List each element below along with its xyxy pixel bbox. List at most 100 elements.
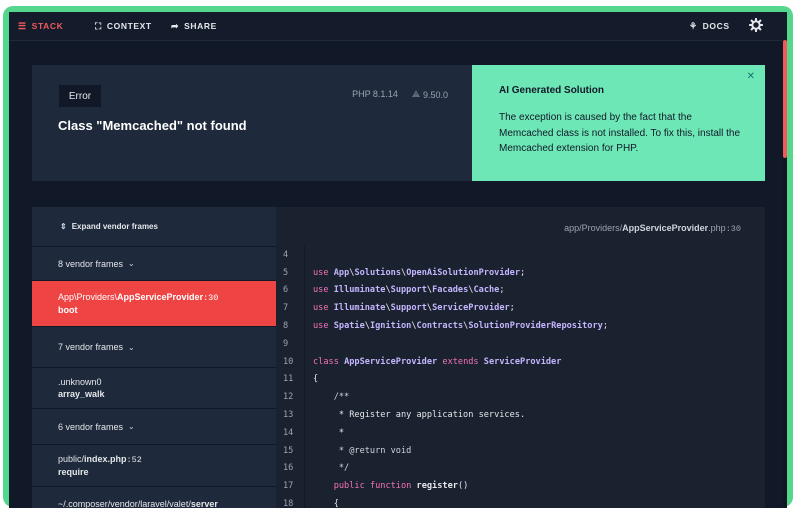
close-icon[interactable]: ✕ [747, 71, 755, 82]
error-badge: Error [59, 85, 101, 107]
code-viewer: app/Providers/AppServiceProvider.php:30 … [276, 207, 765, 508]
stack-frame[interactable]: .unknown0 array_walk [32, 368, 276, 409]
frame-path: App\Providers\AppServiceProvider:30 [58, 291, 276, 304]
frame-path-name: server [190, 499, 218, 508]
frame-line: :30 [203, 293, 219, 303]
file-ext: .php [708, 223, 726, 233]
line-text: * [313, 427, 345, 438]
vendor-frames-label: 7 vendor frames [58, 342, 124, 352]
code-lines: 4 5 use App\Solutions\OpenAiSolutionProvi… [276, 246, 765, 508]
code-line: 6 use Illuminate\Support\Facades\Cache; [276, 282, 765, 300]
vendor-frames-group[interactable]: 8 vendor frames ⌄ [32, 247, 276, 281]
line-number: 15 [283, 445, 294, 456]
ai-solution-card: ✕ AI Generated Solution The exception is… [472, 65, 765, 181]
share-icon: ➦ [171, 20, 180, 31]
laravel-version-wrap: ⟁ 9.50.0 [412, 89, 448, 100]
code-line: 16 */ [276, 460, 765, 478]
stack-frames: ⇕ Expand vendor frames 8 vendor frames ⌄… [32, 207, 276, 508]
laravel-version: 9.50.0 [422, 89, 448, 100]
ai-solution-title: AI Generated Solution [499, 85, 605, 96]
line-text: use Spatie\Ignition\Contracts\SolutionPr… [313, 321, 609, 332]
line-text: * @return void [313, 445, 412, 456]
frame-path-prefix: ~/.composer/vendor/laravel/valet/ [58, 499, 191, 508]
chevron-down-icon: ⌄ [128, 342, 135, 352]
tab-share[interactable]: ➦ SHARE [171, 12, 217, 40]
line-text: use App\Solutions\OpenAiSolutionProvider… [313, 267, 526, 278]
code-line: 8 use Spatie\Ignition\Contracts\SolutionP… [276, 317, 765, 335]
tab-share-label: SHARE [184, 21, 217, 31]
vendor-frames-group[interactable]: 7 vendor frames ⌄ [32, 327, 276, 368]
line-text: use Illuminate\Support\Facades\Cache; [313, 285, 505, 296]
line-text: class AppServiceProvider extends Service… [313, 356, 562, 367]
frame-path-prefix: public/ [58, 454, 85, 464]
ignition-error-page: ☰ STACK ⛶ CONTEXT ➦ SHARE ⚘ DOCS Error P… [9, 12, 787, 508]
line-number: 17 [283, 481, 294, 492]
code-line: 15 * @return void [276, 442, 765, 460]
code-line: 14 * [276, 424, 765, 442]
stack-frame-selected[interactable]: App\Providers\AppServiceProvider:30 boot [32, 281, 276, 327]
ai-solution-body: The exception is caused by the fact that… [499, 112, 741, 154]
line-number: 11 [283, 374, 294, 385]
code-line: 5 use App\Solutions\OpenAiSolutionProvide… [276, 264, 765, 282]
expand-icon: ⇕ [60, 222, 67, 231]
php-version: PHP 8.1.14 [352, 89, 398, 99]
file-path[interactable]: app/Providers/AppServiceProvider.php:30 [564, 223, 741, 234]
error-card: Error PHP 8.1.14 ⟁ 9.50.0 Class "Memcach… [32, 65, 472, 181]
stack-frame[interactable]: ~/.composer/vendor/laravel/valet/server [32, 487, 276, 508]
file-name: AppServiceProvider [622, 223, 709, 233]
line-number: 8 [283, 321, 289, 332]
gear-icon[interactable] [749, 18, 763, 32]
code-line: 4 [276, 246, 765, 264]
frame-path-prefix: App\Providers\ [58, 292, 118, 302]
tab-context-label: CONTEXT [106, 21, 152, 31]
docs-label: DOCS [702, 21, 730, 31]
line-number: 10 [283, 356, 294, 367]
frame-line: :52 [126, 455, 142, 465]
docs-link[interactable]: ⚘ DOCS [689, 12, 730, 40]
line-text: use Illuminate\Support\ServiceProvider; [313, 303, 515, 314]
tab-stack-label: STACK [31, 21, 64, 31]
chevron-down-icon: ⌄ [128, 422, 135, 431]
vendor-frames-label: 6 vendor frames [58, 421, 124, 432]
expand-vendor-frames-button[interactable]: ⇕ Expand vendor frames [32, 207, 276, 247]
stack-frame[interactable]: public/index.php:52 require [32, 445, 276, 487]
frame-function: array_walk [58, 389, 105, 399]
frame-function: boot [58, 305, 78, 315]
line-text: * Register any application services. [313, 410, 526, 421]
code-line: 9 [276, 335, 765, 353]
line-number: 7 [283, 303, 289, 314]
code-line: 17 public function register() [276, 477, 765, 495]
line-number: 14 [283, 427, 294, 438]
line-text: public function register() [333, 481, 469, 492]
code-line: 11 { [276, 371, 765, 389]
frame-path: .unknown0 [58, 376, 276, 388]
code-line: 10 class AppServiceProvider extends Servi… [276, 353, 765, 371]
chevron-down-icon: ⌄ [128, 259, 135, 268]
vendor-frames-label: 8 vendor frames [58, 258, 124, 269]
code-line: 13 * Register any application services. [276, 406, 765, 424]
tab-stack[interactable]: ☰ STACK [18, 12, 63, 40]
top-nav: ☰ STACK ⛶ CONTEXT ➦ SHARE ⚘ DOCS [9, 12, 787, 41]
tab-context[interactable]: ⛶ CONTEXT [95, 12, 152, 40]
file-line: :30 [725, 224, 741, 234]
frame-path-name: .unknown0 [58, 377, 102, 387]
frame-path: ~/.composer/vendor/laravel/valet/server [58, 498, 276, 508]
code-line: 12 /** [276, 388, 765, 406]
line-text: /** [313, 392, 350, 403]
frame-function: require [58, 467, 89, 477]
line-number: 5 [283, 267, 289, 278]
vendor-frames-group[interactable]: 6 vendor frames ⌄ [32, 409, 276, 445]
code-line: 18 { [276, 495, 765, 508]
frame-path: public/index.php:52 [58, 453, 276, 466]
code-line: 7 use Illuminate\Support\ServiceProvider; [276, 299, 765, 317]
line-number: 13 [283, 410, 294, 421]
frame-path-name: AppServiceProvider [117, 292, 204, 302]
scrollbar-thumb[interactable] [783, 40, 787, 158]
line-number: 6 [283, 285, 289, 296]
expand-label: Expand vendor frames [71, 222, 158, 231]
line-number: 9 [283, 338, 289, 349]
line-text: { [313, 374, 319, 385]
context-icon: ⛶ [95, 20, 102, 31]
version-info: PHP 8.1.14 ⟁ 9.50.0 [352, 89, 448, 100]
laravel-icon: ⟁ [411, 89, 420, 99]
